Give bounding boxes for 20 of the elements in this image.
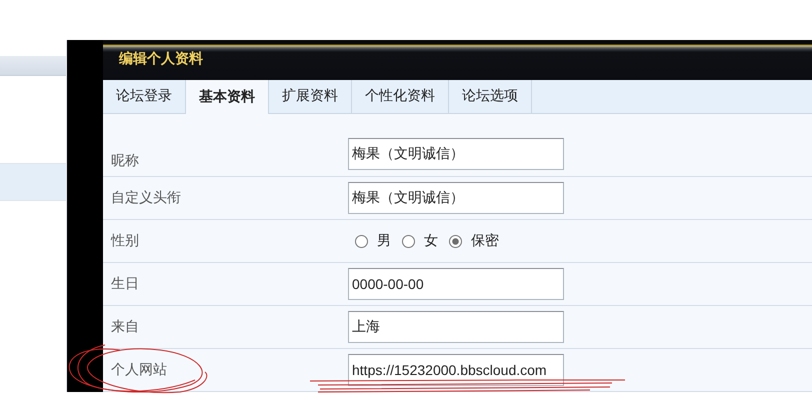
panel-title: 编辑个人资料 <box>119 50 203 68</box>
radio-label[interactable]: 女 <box>424 232 438 250</box>
tab[interactable]: 基本资料 <box>186 80 269 114</box>
input-field[interactable]: https://15232000.bbscloud.com <box>348 354 564 386</box>
field-label: 个人网站 <box>111 361 168 379</box>
radio-button[interactable] <box>449 234 462 248</box>
field-label: 昵称 <box>111 152 140 170</box>
radio-label[interactable]: 保密 <box>471 232 499 250</box>
radio-button[interactable] <box>355 234 368 248</box>
panel-header-bar <box>0 56 66 76</box>
radio-button[interactable] <box>402 234 415 248</box>
input-field[interactable]: 上海 <box>348 311 564 343</box>
field-label: 生日 <box>111 275 140 293</box>
field-label: 自定义头衔 <box>111 189 182 207</box>
input-field[interactable]: 梅果（文明诚信） <box>348 138 564 170</box>
radio-label[interactable]: 男 <box>377 232 391 250</box>
field-label: 性别 <box>111 232 140 250</box>
input-field[interactable]: 0000-00-00 <box>348 268 564 300</box>
input-field[interactable]: 梅果（文明诚信） <box>348 182 564 214</box>
field-label: 来自 <box>111 318 140 336</box>
